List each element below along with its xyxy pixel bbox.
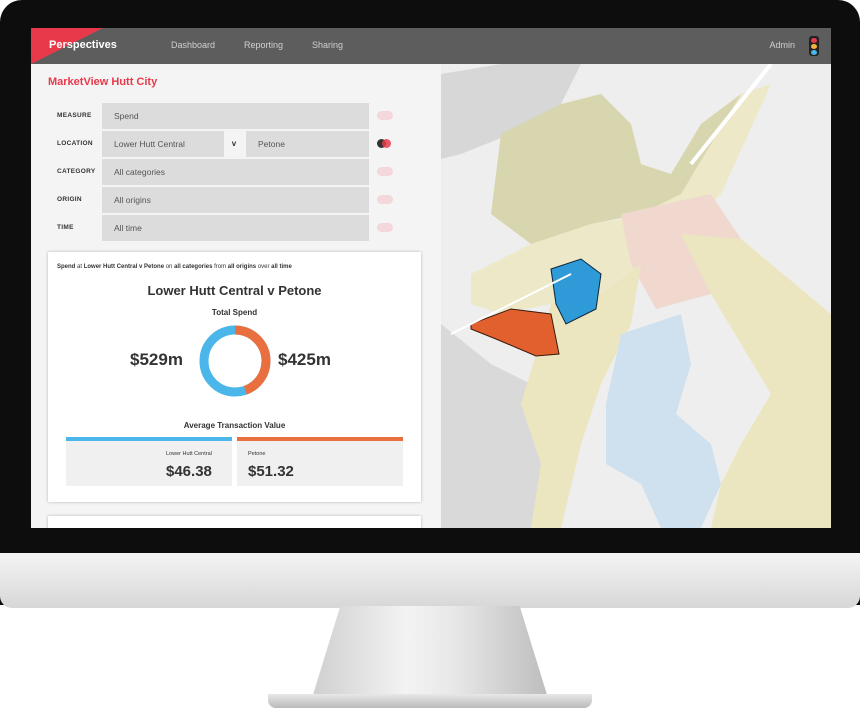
user-menu[interactable]: Admin bbox=[769, 40, 795, 50]
filter-category: CATEGORY All categories bbox=[31, 159, 441, 185]
time-toggle[interactable] bbox=[377, 223, 393, 232]
origin-label: ORIGIN bbox=[57, 196, 82, 203]
filter-location: LOCATION Lower Hutt Central v Petone bbox=[31, 131, 441, 157]
location-label: LOCATION bbox=[57, 140, 93, 147]
filter-origin: ORIGIN All origins bbox=[31, 187, 441, 213]
traffic-light-icon bbox=[809, 36, 819, 56]
comparison-title: Lower Hutt Central v Petone bbox=[147, 283, 322, 298]
time-label: TIME bbox=[57, 224, 74, 231]
category-label: CATEGORY bbox=[57, 168, 96, 175]
nav-dashboard[interactable]: Dashboard bbox=[171, 40, 215, 50]
screen: Perspectives Dashboard Reporting Sharing… bbox=[31, 28, 831, 528]
origin-toggle[interactable] bbox=[377, 195, 393, 204]
page-title: MarketView Hutt City bbox=[48, 76, 158, 88]
nav-sharing[interactable]: Sharing bbox=[312, 40, 343, 50]
filter-time: TIME All time bbox=[31, 215, 441, 241]
spend-donut-chart bbox=[199, 325, 271, 397]
total-spend-label: Total Spend bbox=[211, 308, 258, 317]
atv-a-panel: Lower Hutt Central $46.38 bbox=[66, 441, 232, 486]
category-toggle[interactable] bbox=[377, 167, 393, 176]
comparison-card: Spend at Lower Hutt Central v Petone on … bbox=[48, 252, 421, 502]
top-nav-bar: Perspectives Dashboard Reporting Sharing… bbox=[31, 28, 831, 64]
vs-separator: v bbox=[224, 131, 244, 157]
query-summary: Spend at Lower Hutt Central v Petone on … bbox=[57, 264, 292, 270]
atv-heading: Average Transaction Value bbox=[183, 421, 286, 430]
compare-dot-b bbox=[382, 139, 391, 148]
origin-select[interactable]: All origins bbox=[102, 187, 369, 213]
atv-b-label: Petone bbox=[248, 451, 266, 457]
atv-b-value: $51.32 bbox=[248, 463, 294, 480]
location-b-select[interactable]: Petone bbox=[246, 131, 369, 157]
total-a-value: $529m bbox=[130, 350, 183, 369]
atv-b-panel: Petone $51.32 bbox=[237, 441, 403, 486]
atv-a-value: $46.38 bbox=[166, 463, 212, 480]
monitor-stand bbox=[312, 606, 548, 698]
monitor-chin bbox=[0, 553, 860, 608]
region-map[interactable] bbox=[441, 64, 831, 528]
map-canvas bbox=[441, 64, 831, 528]
filter-panel: MarketView Hutt City MEASURE Spend LOCAT… bbox=[31, 64, 441, 528]
measure-select[interactable]: Spend bbox=[102, 103, 369, 129]
category-select[interactable]: All categories bbox=[102, 159, 369, 185]
location-compare-toggle[interactable] bbox=[377, 139, 393, 148]
total-b-value: $425m bbox=[278, 350, 331, 369]
brand-logo[interactable]: Perspectives bbox=[49, 39, 117, 51]
secondary-card bbox=[48, 516, 421, 528]
measure-label: MEASURE bbox=[57, 112, 92, 119]
location-a-select[interactable]: Lower Hutt Central bbox=[102, 131, 224, 157]
nav-reporting[interactable]: Reporting bbox=[244, 40, 283, 50]
atv-a-label: Lower Hutt Central bbox=[166, 451, 212, 457]
monitor-base bbox=[268, 694, 592, 708]
measure-toggle[interactable] bbox=[377, 111, 393, 120]
time-select[interactable]: All time bbox=[102, 215, 369, 241]
filter-measure: MEASURE Spend bbox=[31, 103, 441, 129]
